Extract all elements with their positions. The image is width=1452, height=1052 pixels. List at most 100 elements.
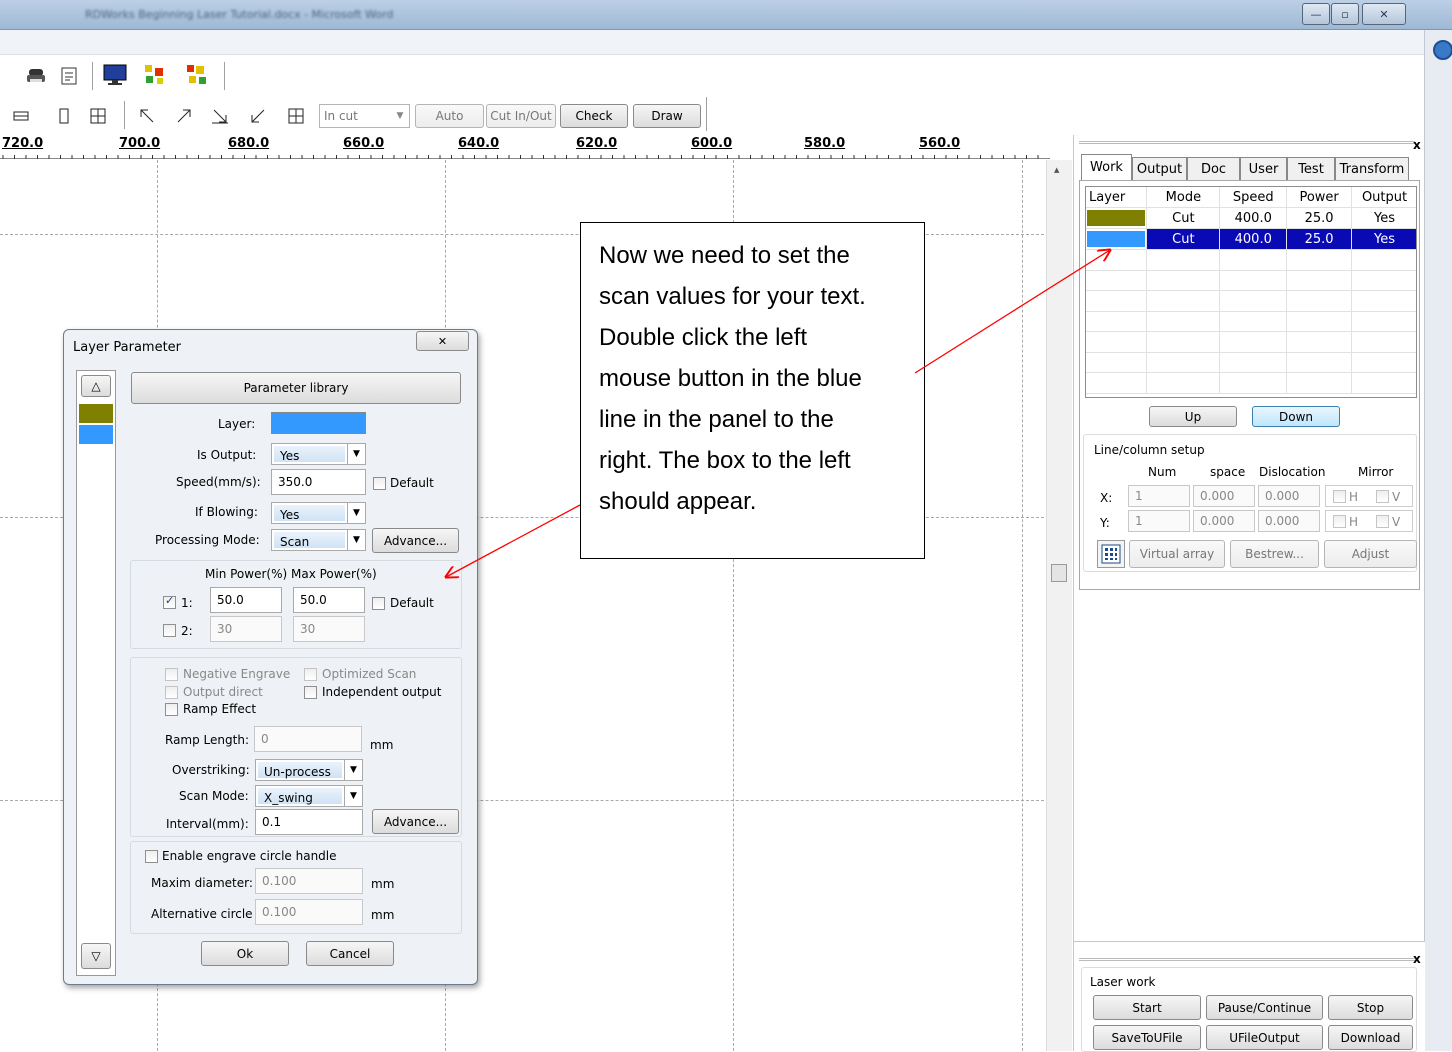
pause-continue-button[interactable]: Pause/Continue (1206, 995, 1323, 1020)
canvas-scrollbar[interactable]: ▲ (1046, 160, 1072, 1051)
ok-button[interactable]: Ok (201, 941, 289, 966)
y-mirror-v-checkbox[interactable] (1376, 515, 1389, 528)
interval-input[interactable]: 0.1 (255, 809, 363, 835)
power2-checkbox[interactable] (163, 624, 176, 637)
panel-close-icon[interactable]: x (1413, 952, 1421, 966)
align-top-right-icon[interactable] (172, 104, 196, 128)
layer-list-up-button[interactable]: △ (81, 375, 111, 397)
maxim-diameter-input[interactable]: 0.100 (255, 868, 363, 894)
power1-checkbox[interactable]: ✓ (163, 594, 176, 609)
x-space-input[interactable]: 0.000 (1193, 485, 1255, 507)
independent-output-checkbox[interactable] (304, 686, 317, 699)
x-mirror-h-checkbox[interactable] (1333, 490, 1346, 503)
is-output-select[interactable]: Yes ▼ (271, 443, 366, 465)
array-grid-icon[interactable] (1097, 540, 1125, 568)
y-dislocation-input[interactable]: 0.000 (1258, 510, 1320, 532)
speed-cell[interactable]: 400.0 (1219, 228, 1288, 250)
negative-engrave-checkbox[interactable] (165, 668, 178, 681)
ufile-output-button[interactable]: UFileOutput (1206, 1025, 1323, 1050)
minimize-button[interactable]: — (1302, 3, 1330, 25)
layer-color-cell[interactable] (1086, 228, 1148, 250)
x-mirror-v-checkbox[interactable] (1376, 490, 1389, 503)
scan-mode-select[interactable]: X_swing ▼ (255, 785, 363, 807)
align-center-icon[interactable] (284, 104, 308, 128)
speed-default-checkbox[interactable] (373, 477, 386, 490)
alternative-circle-input[interactable]: 0.100 (255, 899, 363, 925)
tab-transform[interactable]: Transform (1335, 157, 1409, 181)
up-button[interactable]: Up (1149, 406, 1237, 427)
y-space-input[interactable]: 0.000 (1193, 510, 1255, 532)
same-height-icon[interactable] (52, 104, 76, 128)
speed-input[interactable]: 350.0 (271, 469, 366, 495)
stop-button[interactable]: Stop (1328, 995, 1413, 1020)
panel-close-icon[interactable]: x (1413, 138, 1421, 152)
speed-cell[interactable]: 400.0 (1219, 207, 1288, 229)
layer-list[interactable]: △ ▽ (76, 370, 116, 976)
mode-cell[interactable]: Cut (1146, 228, 1221, 250)
table-row[interactable]: Cut 400.0 25.0 Yes (1086, 207, 1416, 229)
power1-min-input[interactable]: 50.0 (210, 587, 282, 613)
close-button[interactable]: ✕ (1362, 3, 1406, 25)
tab-doc[interactable]: Doc (1187, 157, 1240, 181)
layer-list-down-button[interactable]: ▽ (81, 943, 111, 969)
same-size-icon[interactable] (86, 104, 110, 128)
x-num-input[interactable]: 1 (1128, 485, 1190, 507)
layer-swatch[interactable] (79, 425, 113, 444)
y-num-input[interactable]: 1 (1128, 510, 1190, 532)
scroll-thumb[interactable] (1051, 564, 1067, 582)
ramp-length-input[interactable]: 0 (254, 726, 362, 752)
power-cell[interactable]: 25.0 (1286, 207, 1353, 229)
layer-colors-alt-icon[interactable] (185, 63, 209, 87)
download-button[interactable]: Download (1328, 1025, 1413, 1050)
document-icon[interactable] (57, 64, 81, 88)
y-mirror-h-checkbox[interactable] (1333, 515, 1346, 528)
tab-test[interactable]: Test (1287, 157, 1335, 181)
layer-colors-icon[interactable] (143, 63, 167, 87)
parameter-library-button[interactable]: Parameter library (131, 372, 461, 404)
word-nav-icon[interactable] (1433, 40, 1452, 60)
power-cell[interactable]: 25.0 (1286, 228, 1353, 250)
tab-user[interactable]: User (1240, 157, 1287, 181)
power-default-checkbox[interactable] (372, 597, 385, 610)
virtual-array-button[interactable]: Virtual array (1129, 540, 1225, 568)
processing-mode-select[interactable]: Scan ▼ (271, 529, 366, 551)
power2-max-input[interactable]: 30 (293, 616, 365, 642)
table-row-selected[interactable]: Cut 400.0 25.0 Yes (1086, 228, 1416, 250)
optimized-scan-checkbox[interactable] (304, 668, 317, 681)
cancel-button[interactable]: Cancel (306, 941, 394, 966)
adjust-button[interactable]: Adjust (1324, 540, 1417, 568)
scroll-up-icon[interactable]: ▲ (1054, 166, 1059, 174)
maximize-button[interactable]: ▫ (1331, 3, 1359, 25)
advance-button[interactable]: Advance... (372, 528, 459, 553)
overstriking-select[interactable]: Un-process ▼ (255, 759, 363, 781)
x-dislocation-input[interactable]: 0.000 (1258, 485, 1320, 507)
bestrew-button[interactable]: Bestrew... (1230, 540, 1319, 568)
layer-color-cell[interactable] (1086, 207, 1148, 229)
monitor-icon[interactable] (103, 63, 127, 87)
start-button[interactable]: Start (1093, 995, 1201, 1020)
tab-output[interactable]: Output (1132, 157, 1187, 181)
layer-swatch[interactable] (79, 404, 113, 423)
draw-button[interactable]: Draw (633, 104, 701, 128)
layer-color-box[interactable] (271, 412, 366, 434)
save-to-ufile-button[interactable]: SaveToUFile (1093, 1025, 1201, 1050)
dialog-close-button[interactable]: ✕ (416, 331, 469, 351)
cut-mode-select[interactable]: In cut ▼ (319, 104, 410, 128)
check-button[interactable]: Check (560, 104, 628, 128)
align-bottom-left-icon[interactable] (246, 104, 270, 128)
mode-cell[interactable]: Cut (1146, 207, 1221, 229)
enable-circle-checkbox[interactable] (145, 850, 158, 863)
output-cell[interactable]: Yes (1351, 207, 1416, 229)
if-blowing-select[interactable]: Yes ▼ (271, 502, 366, 524)
same-width-icon[interactable] (9, 104, 33, 128)
print-icon[interactable] (24, 64, 48, 88)
down-button[interactable]: Down (1252, 406, 1340, 427)
align-bottom-right-icon[interactable] (208, 104, 232, 128)
auto-button[interactable]: Auto (415, 104, 484, 128)
power1-max-input[interactable]: 50.0 (293, 587, 365, 613)
advance-button-scan[interactable]: Advance... (372, 809, 459, 834)
align-top-left-icon[interactable] (135, 104, 159, 128)
power2-min-input[interactable]: 30 (210, 616, 282, 642)
ramp-effect-checkbox[interactable] (165, 703, 178, 716)
output-cell[interactable]: Yes (1351, 228, 1416, 250)
